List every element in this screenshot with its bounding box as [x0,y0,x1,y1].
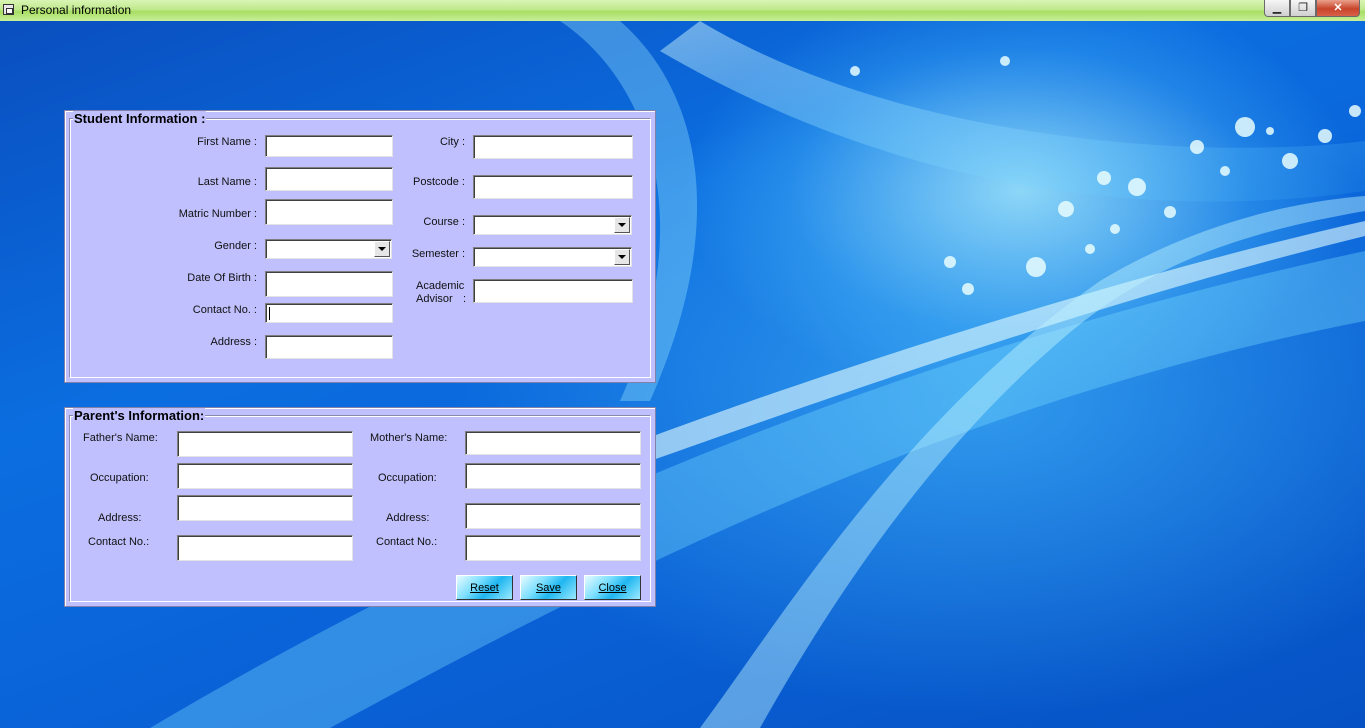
father-contact-label: Contact No.: [88,536,150,548]
form-background: Student Information : First Name : Last … [0,21,1365,728]
date-of-birth-label: Date Of Birth : [187,272,257,284]
title-bar: Personal information ▁ ❐ ✕ [0,0,1365,22]
mother-address-field[interactable] [465,503,641,529]
date-of-birth-field[interactable] [265,271,393,297]
academic-advisor-field[interactable] [473,279,633,303]
course-select[interactable] [473,215,632,235]
minimize-button[interactable]: ▁ [1264,0,1290,17]
contact-no-field[interactable] [265,303,393,323]
father-address-label: Address: [98,512,142,524]
academic-advisor-label-line1: Academic [416,280,465,292]
postcode-field[interactable] [473,175,633,199]
postcode-label: Postcode : [413,176,465,188]
mother-address-label: Address: [386,512,430,524]
academic-advisor-label-line2: Advisor [416,293,453,305]
mother-name-field[interactable] [465,431,641,455]
first-name-label: First Name : [197,136,257,148]
chevron-down-icon[interactable] [614,249,630,265]
father-address-field[interactable] [177,495,353,521]
chevron-down-icon[interactable] [614,217,630,233]
chevron-down-icon[interactable] [374,241,390,257]
reset-button[interactable]: Reset [456,575,513,600]
close-window-button[interactable]: ✕ [1316,0,1360,17]
maximize-button[interactable]: ❐ [1290,0,1316,17]
save-button[interactable]: Save [520,575,577,600]
academic-advisor-colon: : [463,293,467,305]
contact-no-label: Contact No. : [192,304,257,316]
city-field[interactable] [473,135,633,159]
close-icon: ✕ [1333,1,1343,14]
city-label: City : [439,136,465,148]
mother-occupation-label: Occupation: [378,472,437,484]
app-window-icon[interactable] [3,4,14,15]
last-name-field[interactable] [265,167,393,191]
mother-name-label: Mother's Name: [370,432,448,444]
gender-label: Gender : [214,240,257,252]
father-name-field[interactable] [177,431,353,457]
close-button[interactable]: Close [584,575,641,600]
parent-information-group: Parent's Information: Father's Name: Occ… [64,407,656,607]
mother-contact-label: Contact No.: [376,536,438,548]
semester-select[interactable] [473,247,632,267]
gender-select[interactable] [265,239,392,259]
parent-information-legend: Parent's Information: [73,408,206,423]
father-occupation-field[interactable] [177,463,353,489]
address-label: Address : [210,336,257,348]
semester-label: Semester : [411,248,465,260]
student-information-group: Student Information : First Name : Last … [64,110,656,383]
mother-contact-field[interactable] [465,535,641,561]
minimize-icon: ▁ [1272,1,1282,14]
window-title: Personal information [21,3,132,17]
mother-occupation-field[interactable] [465,463,641,489]
last-name-label: Last Name : [197,176,257,188]
father-contact-field[interactable] [177,535,353,561]
maximize-icon: ❐ [1298,1,1308,14]
course-label: Course : [423,216,465,228]
matric-number-label: Matric Number : [178,208,257,220]
address-field[interactable] [265,335,393,359]
student-information-legend: Student Information : [73,111,207,126]
father-name-label: Father's Name: [83,432,158,444]
window-controls: ▁ ❐ ✕ [1264,0,1360,18]
matric-number-field[interactable] [265,199,393,225]
first-name-field[interactable] [265,135,393,157]
father-occupation-label: Occupation: [90,472,149,484]
